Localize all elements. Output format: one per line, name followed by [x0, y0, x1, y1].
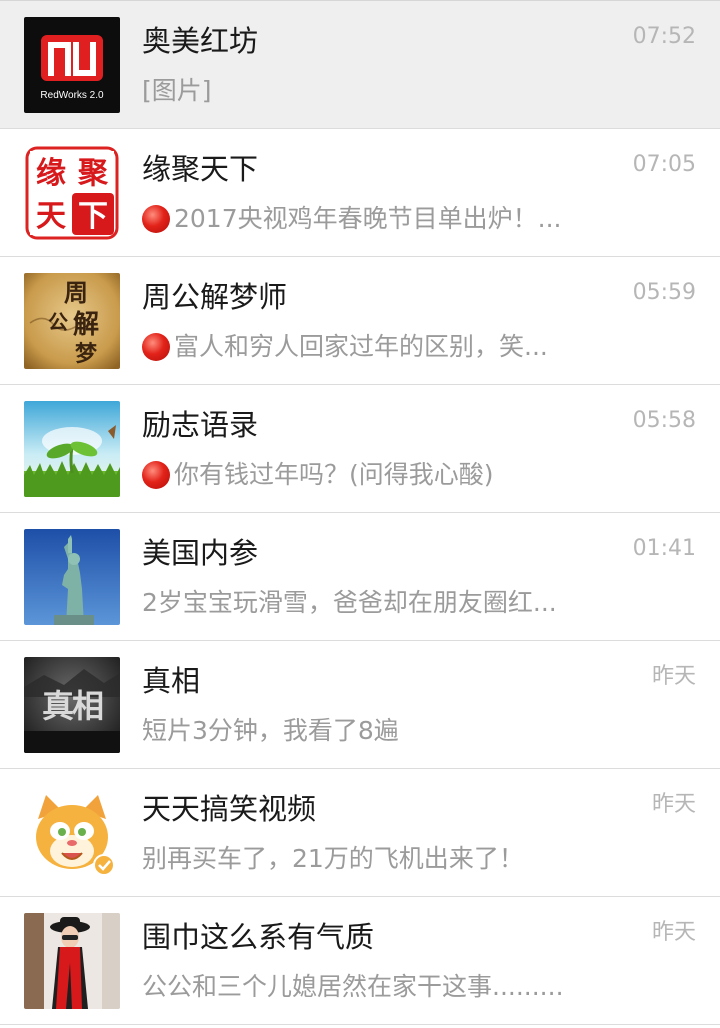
chat-row-aomei-hongfang[interactable]: RedWorks 2.0 奥美红坊 07:52 [图片]: [0, 1, 720, 129]
yuanju-char-4: 下: [78, 199, 108, 234]
yuanju-logo-avatar[interactable]: 缘 聚 天 下: [24, 145, 120, 241]
chat-list: RedWorks 2.0 奥美红坊 07:52 [图片] 缘 聚 天 下 缘聚天…: [0, 0, 720, 1028]
yuanju-char-2: 聚: [77, 156, 109, 191]
chat-preview: 你有钱过年吗？(问得我心酸): [142, 457, 602, 493]
zhougong-char-1: 周: [64, 278, 88, 307]
yuanju-char-1: 缘: [36, 156, 66, 191]
chat-preview-text: 富人和穷人回家过年的区别，笑...: [174, 332, 548, 361]
statue-of-liberty-avatar[interactable]: [24, 529, 120, 625]
chat-preview: 公公和三个儿媳居然在家干这事.........: [142, 969, 602, 1005]
chat-name: 美国内参: [142, 536, 259, 570]
chat-name: 奥美红坊: [142, 24, 259, 58]
chat-preview: 别再买车了，21万的飞机出来了！: [142, 841, 602, 877]
redworks-logo-avatar[interactable]: RedWorks 2.0: [24, 17, 120, 113]
chat-name: 励志语录: [142, 408, 259, 442]
chat-preview: 短片3分钟，我看了8遍: [142, 713, 602, 749]
chat-row-weijin[interactable]: 围巾这么系有气质 昨天 公公和三个儿媳居然在家干这事.........: [0, 897, 720, 1025]
chat-time: 07:05: [632, 152, 696, 177]
yuanju-char-3: 天: [36, 199, 66, 234]
cartoon-cat-avatar[interactable]: [24, 785, 120, 881]
zhougong-calligraphy-avatar[interactable]: 周 公 解 梦: [24, 273, 120, 369]
chat-preview-text: 你有钱过年吗？(问得我心酸): [174, 460, 494, 489]
chat-name: 真相: [142, 664, 201, 698]
chat-name: 缘聚天下: [142, 152, 259, 186]
chat-time: 07:52: [632, 24, 696, 49]
chat-time: 昨天: [651, 920, 696, 945]
red-dot-icon: [142, 205, 170, 233]
chat-row-zhenxiang[interactable]: 真相 真相 昨天 短片3分钟，我看了8遍: [0, 641, 720, 769]
chat-row-tiantian-gaoxiao[interactable]: 天天搞笑视频 昨天 别再买车了，21万的飞机出来了！: [0, 769, 720, 897]
chat-preview-text: 2岁宝宝玩滑雪，爸爸却在朋友圈红...: [142, 588, 557, 617]
chat-time: 昨天: [651, 792, 696, 817]
chat-preview: 富人和穷人回家过年的区别，笑...: [142, 329, 602, 365]
redworks-logo-text: RedWorks 2.0: [40, 90, 104, 101]
zhougong-char-2: 公: [48, 310, 68, 334]
chat-preview-text: 别再买车了，21万的飞机出来了！: [142, 844, 524, 873]
chat-preview-text: 公公和三个儿媳居然在家干这事.........: [142, 972, 564, 1001]
chat-preview: [图片]: [142, 73, 602, 109]
chat-row-lizhi-yulu[interactable]: 励志语录 05:58 你有钱过年吗？(问得我心酸): [0, 385, 720, 513]
chat-preview-text: 短片3分钟，我看了8遍: [142, 716, 399, 745]
chat-row-zhougong-jiemeng[interactable]: 周 公 解 梦 周公解梦师 05:59 富人和穷人回家过年的区别，笑...: [0, 257, 720, 385]
zhenxiang-logo-avatar[interactable]: 真相: [24, 657, 120, 753]
chat-name: 围巾这么系有气质: [142, 920, 375, 954]
chat-time: 05:59: [632, 280, 696, 305]
chat-time: 01:41: [632, 536, 696, 561]
chat-preview-text: [图片]: [142, 76, 212, 105]
chat-row-yuanju-tianxia[interactable]: 缘 聚 天 下 缘聚天下 07:05 2017央视鸡年春晚节目单出炉！...: [0, 129, 720, 257]
red-dot-icon: [142, 333, 170, 361]
red-dot-icon: [142, 461, 170, 489]
chat-time: 昨天: [651, 664, 696, 689]
zhougong-char-3: 解: [73, 310, 99, 340]
sprout-image-avatar[interactable]: [24, 401, 120, 497]
chat-row-meiguo-neican[interactable]: 美国内参 01:41 2岁宝宝玩滑雪，爸爸却在朋友圈红...: [0, 513, 720, 641]
chat-preview: 2017央视鸡年春晚节目单出炉！...: [142, 201, 602, 237]
chat-preview-text: 2017央视鸡年春晚节目单出炉！...: [174, 204, 562, 233]
chat-time: 05:58: [632, 408, 696, 433]
chat-preview: 2岁宝宝玩滑雪，爸爸却在朋友圈红...: [142, 585, 602, 621]
chat-name: 天天搞笑视频: [142, 792, 317, 826]
zhenxiang-logo-text: 真相: [42, 687, 103, 725]
woman-red-scarf-avatar[interactable]: [24, 913, 120, 1009]
chat-name: 周公解梦师: [142, 280, 288, 314]
zhougong-char-4: 梦: [75, 341, 98, 367]
